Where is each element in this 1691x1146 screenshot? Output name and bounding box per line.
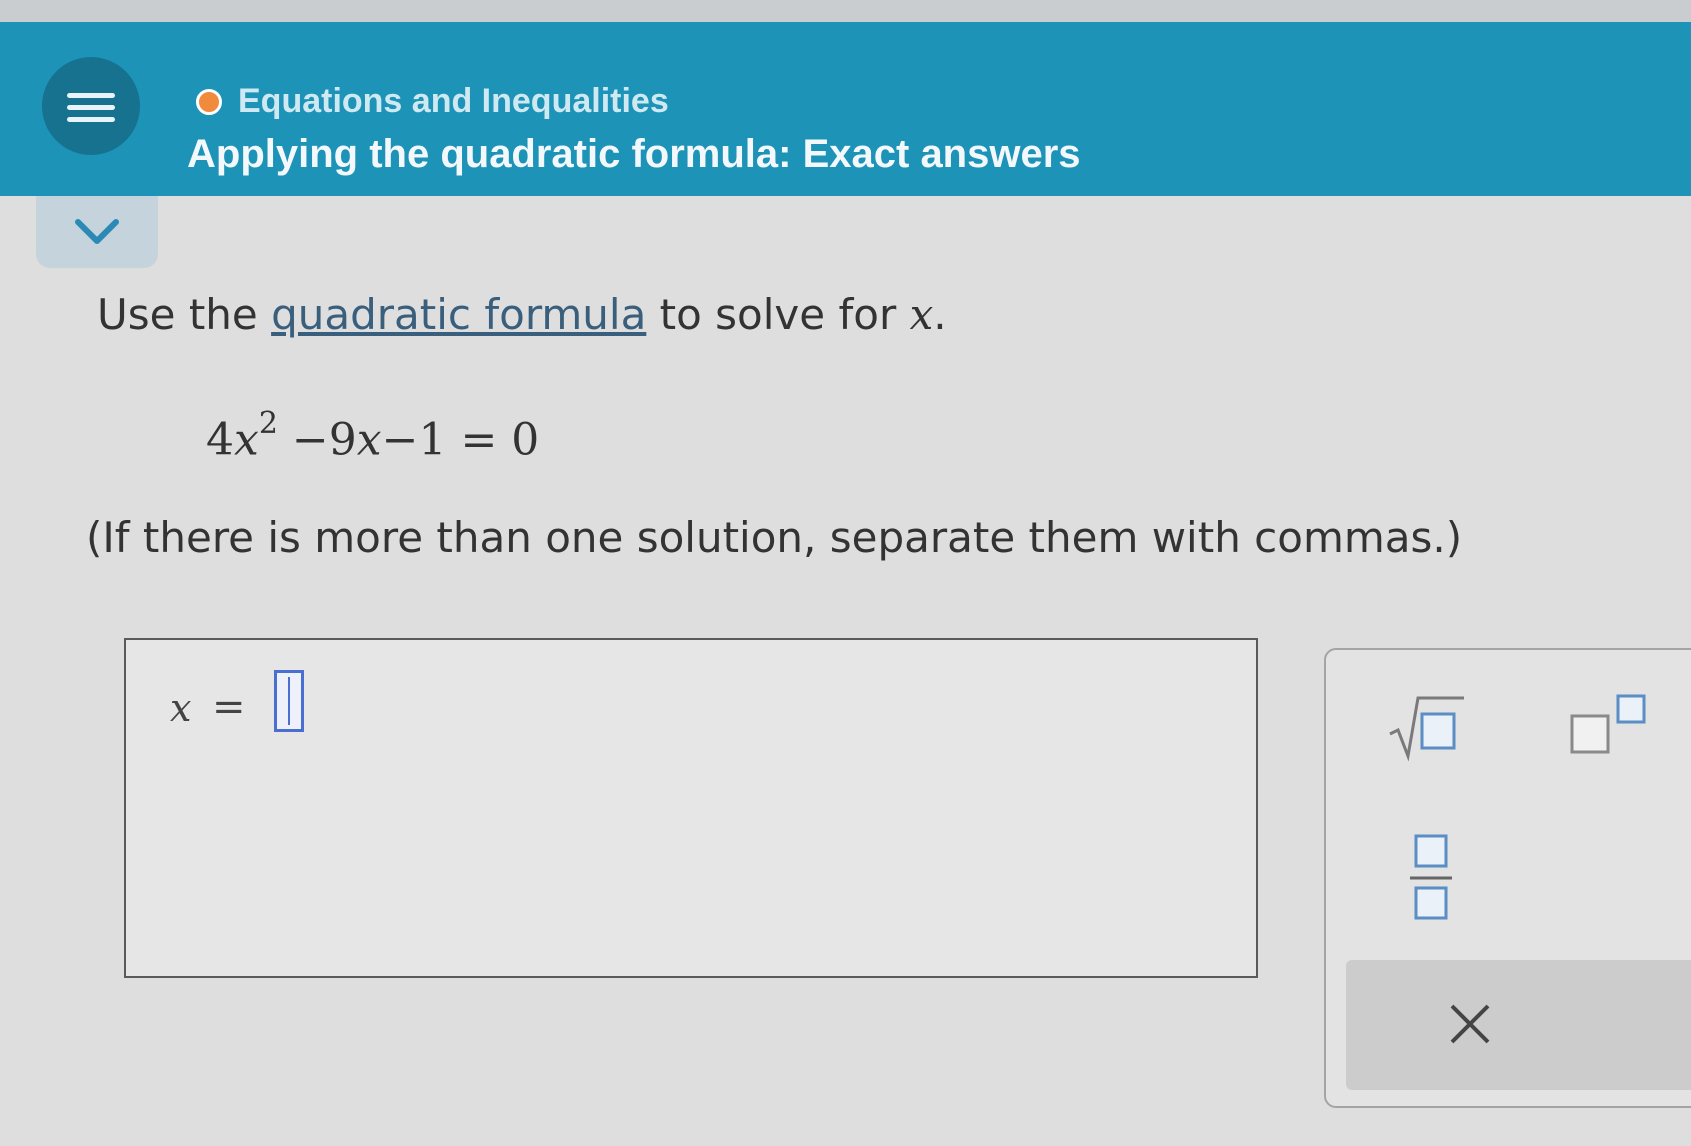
fraction-button[interactable] bbox=[1406, 830, 1456, 926]
equation-variable: x bbox=[356, 414, 382, 466]
quadratic-formula-link[interactable]: quadratic formula bbox=[271, 290, 646, 339]
square-root-button[interactable] bbox=[1386, 690, 1466, 762]
clear-button-area bbox=[1346, 960, 1691, 1090]
instruction-note: (If there is more than one solution, sep… bbox=[86, 513, 1463, 562]
prompt-variable: x bbox=[909, 290, 934, 339]
math-keypad bbox=[1324, 648, 1691, 1108]
hamburger-menu-icon bbox=[67, 93, 115, 98]
question-prompt: Use the quadratic formula to solve for x… bbox=[97, 290, 947, 339]
topic-label: Equations and Inequalities bbox=[238, 82, 669, 120]
square-root-icon bbox=[1389, 696, 1464, 762]
prompt-text: to solve for bbox=[646, 290, 910, 339]
exponent-icon bbox=[1570, 694, 1646, 754]
answer-equals: = bbox=[212, 684, 246, 730]
answer-area[interactable]: x = bbox=[124, 638, 1258, 978]
topic-row: Equations and Inequalities bbox=[196, 82, 669, 121]
browser-top-strip bbox=[0, 0, 1691, 22]
prompt-text: Use the bbox=[97, 290, 272, 339]
topic-status-dot bbox=[196, 88, 222, 115]
answer-variable: x bbox=[170, 686, 192, 730]
quadratic-equation: 4x2 −9x−1 = 0 bbox=[206, 406, 540, 466]
hamburger-menu-icon bbox=[67, 105, 115, 110]
equation-tail: −1 = 0 bbox=[381, 414, 540, 466]
answer-input[interactable] bbox=[274, 670, 304, 732]
equation-variable: x bbox=[234, 414, 259, 466]
equation-term: −9 bbox=[277, 414, 357, 466]
chevron-down-icon bbox=[75, 219, 119, 244]
fraction-icon bbox=[1410, 834, 1452, 920]
lesson-title: Applying the quadratic formula: Exact an… bbox=[187, 132, 1081, 176]
equation-exponent: 2 bbox=[258, 406, 278, 441]
menu-button[interactable] bbox=[42, 57, 140, 155]
lesson-header: Equations and Inequalities Applying the … bbox=[0, 22, 1691, 196]
exponent-button[interactable] bbox=[1566, 690, 1656, 762]
clear-button[interactable] bbox=[1440, 994, 1500, 1054]
collapse-toggle[interactable] bbox=[36, 196, 158, 268]
prompt-text: . bbox=[933, 290, 947, 339]
equation-coefficient: 4 bbox=[206, 414, 234, 466]
hamburger-menu-icon bbox=[67, 117, 115, 122]
close-icon bbox=[1450, 1004, 1490, 1044]
